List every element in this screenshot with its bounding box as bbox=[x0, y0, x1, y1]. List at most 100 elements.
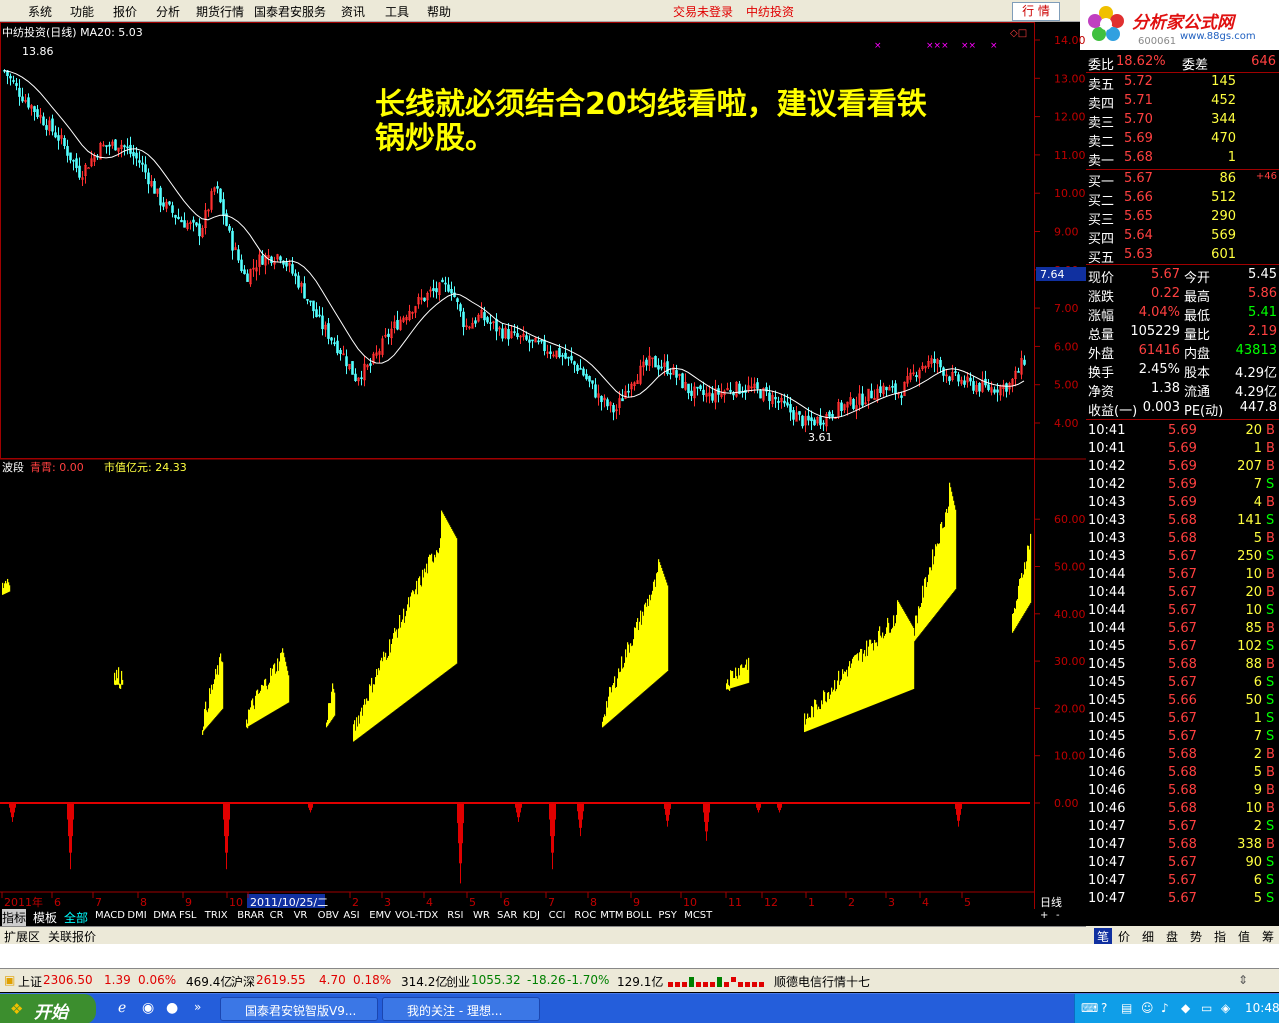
candle-body bbox=[45, 125, 48, 130]
date-axis-label: 2 bbox=[352, 896, 359, 909]
indicator-tab-brar[interactable]: BRAR bbox=[237, 910, 264, 921]
tick-volume: 9 bbox=[1253, 783, 1262, 798]
bid-volume: 569 bbox=[1211, 228, 1236, 243]
candle-body bbox=[459, 304, 462, 312]
indicator-tab-指标[interactable]: 指标 bbox=[2, 909, 27, 926]
right-tab[interactable]: 笔 bbox=[1094, 928, 1113, 945]
chart-diamond-icon[interactable]: ◇□ bbox=[1010, 28, 1027, 39]
indicator-tab-全部[interactable]: 全部 bbox=[64, 909, 88, 926]
indicator-tab-vol-tdx[interactable]: VOL-TDX bbox=[395, 910, 438, 921]
indicator-tab-mtm[interactable]: MTM bbox=[600, 910, 623, 921]
tick-price: 5.69 bbox=[1168, 423, 1197, 438]
date-axis-label: 2011年 bbox=[4, 895, 43, 909]
network-icon[interactable]: ▤ bbox=[1121, 1001, 1132, 1015]
task-gtja[interactable]: 国泰君安锐智版V9... bbox=[220, 997, 378, 1021]
indicator-tab-macd[interactable]: MACD bbox=[95, 910, 125, 921]
indicator-tab-dma[interactable]: DMA bbox=[153, 910, 176, 921]
right-tab[interactable]: 盘 bbox=[1166, 928, 1178, 945]
tick-side: B bbox=[1266, 459, 1275, 474]
candle-body bbox=[978, 382, 981, 392]
add-tab-icon[interactable]: + bbox=[1040, 910, 1048, 921]
indicator-tab-sar[interactable]: SAR bbox=[497, 910, 517, 921]
indicator-neg-bar bbox=[550, 803, 551, 837]
bid-row: 买三 5.65 290 bbox=[1086, 208, 1279, 228]
indicator-neg-bar bbox=[549, 803, 550, 820]
right-tab[interactable]: 细 bbox=[1142, 928, 1154, 945]
indicator-tab-obv[interactable]: OBV bbox=[318, 910, 339, 921]
menu-futures[interactable]: 期货行情 bbox=[196, 3, 244, 20]
cy-percent: -1.70% bbox=[567, 973, 610, 987]
candle-body bbox=[435, 288, 438, 293]
candle-body bbox=[396, 320, 399, 330]
indicator-neg-bar bbox=[70, 803, 71, 870]
candle-body bbox=[177, 216, 180, 219]
candle-body bbox=[861, 393, 864, 406]
shield-icon[interactable]: ◈ bbox=[1221, 1001, 1230, 1015]
menu-help[interactable]: 帮助 bbox=[427, 3, 451, 20]
indicator-neg-bar bbox=[579, 803, 580, 828]
menu-quote[interactable]: 报价 bbox=[113, 3, 137, 20]
login-status[interactable]: 交易未登录 bbox=[673, 3, 733, 20]
menu-news[interactable]: 资讯 bbox=[341, 3, 365, 20]
tab-extension-area[interactable]: 扩展区 bbox=[4, 928, 40, 945]
menu-tools[interactable]: 工具 bbox=[385, 3, 409, 20]
qq-icon[interactable]: ☺ bbox=[1141, 1001, 1154, 1015]
indicator-tab-wr[interactable]: WR bbox=[473, 910, 490, 921]
indicator-tab-vr[interactable]: VR bbox=[294, 910, 308, 921]
tab-related-quotes[interactable]: 关联报价 bbox=[48, 928, 96, 945]
menu-system[interactable]: 系统 bbox=[28, 3, 52, 20]
indicator-tab-dmi[interactable]: DMI bbox=[127, 910, 146, 921]
start-button[interactable]: ❖ 开始 bbox=[0, 994, 96, 1023]
news-ticker[interactable]: 顺德电信行情十七 bbox=[774, 973, 870, 990]
indicator-tab-cci[interactable]: CCI bbox=[549, 910, 566, 921]
indicator-tab-emv[interactable]: EMV bbox=[369, 910, 391, 921]
right-tab[interactable]: 价 bbox=[1118, 928, 1130, 945]
indicator-tab-kdj[interactable]: KDJ bbox=[523, 910, 540, 921]
indicator-tab-模板[interactable]: 模板 bbox=[33, 909, 57, 926]
indicator-tab-boll[interactable]: BOLL bbox=[626, 910, 652, 921]
volume-icon[interactable]: ♪ bbox=[1161, 1001, 1169, 1015]
right-tab[interactable]: 指 bbox=[1214, 928, 1226, 945]
ask-price: 5.68 bbox=[1124, 150, 1153, 165]
ie-icon[interactable]: ℯ bbox=[118, 1000, 126, 1016]
scroll-icon[interactable]: ⇕ bbox=[1238, 973, 1248, 987]
menu-function[interactable]: 功能 bbox=[70, 3, 94, 20]
indicator-neg-bar bbox=[515, 803, 516, 808]
tick-row: 10:45 5.67 6 S bbox=[1086, 674, 1279, 693]
app-icon[interactable]: ● bbox=[166, 1000, 178, 1016]
indicator-tab-psy[interactable]: PSY bbox=[658, 910, 677, 921]
right-tab[interactable]: 筹 bbox=[1262, 928, 1274, 945]
stat-row: 涨幅 4.04% 最低 5.41 bbox=[1086, 304, 1279, 324]
antivirus-icon[interactable]: ◆ bbox=[1181, 1001, 1190, 1015]
bid-row: 买五 5.63 601 bbox=[1086, 246, 1279, 266]
right-tab[interactable]: 势 bbox=[1190, 928, 1202, 945]
divider bbox=[1086, 419, 1279, 420]
indicator-tab-mcst[interactable]: MCST bbox=[684, 910, 712, 921]
help-icon[interactable]: ? bbox=[1101, 1001, 1107, 1015]
task-attention[interactable]: 我的关注 - 理想... bbox=[382, 997, 540, 1021]
tick-price: 5.68 bbox=[1168, 837, 1197, 852]
candle-body bbox=[312, 300, 315, 312]
quote-button[interactable]: 行 情 bbox=[1012, 2, 1060, 21]
more-icon[interactable]: » bbox=[194, 1000, 201, 1014]
indicator-tab-cr[interactable]: CR bbox=[270, 910, 284, 921]
indicator-neg-bar bbox=[707, 803, 708, 832]
menu-analysis[interactable]: 分析 bbox=[156, 3, 180, 20]
sh-icon: ▣ bbox=[4, 973, 16, 987]
candle-body bbox=[564, 352, 567, 359]
indicator-tab-asi[interactable]: ASI bbox=[343, 910, 359, 921]
keyboard-icon[interactable]: ⌨ bbox=[1081, 1001, 1098, 1015]
menu-gtja-service[interactable]: 国泰君安服务 bbox=[254, 3, 326, 20]
tick-price: 5.68 bbox=[1168, 657, 1197, 672]
indicator-tab-rsi[interactable]: RSI bbox=[447, 910, 463, 921]
monitor-icon[interactable]: ▭ bbox=[1201, 1001, 1212, 1015]
indicator-tab-fsl[interactable]: FSL bbox=[179, 910, 197, 921]
candle-body bbox=[801, 415, 804, 427]
indicator-tab-roc[interactable]: ROC bbox=[574, 910, 596, 921]
indicator-neg-bar bbox=[780, 803, 781, 811]
tick-time: 10:45 bbox=[1088, 657, 1126, 672]
remove-tab-icon[interactable]: - bbox=[1056, 910, 1060, 921]
indicator-tab-trix[interactable]: TRIX bbox=[205, 910, 228, 921]
right-tab[interactable]: 值 bbox=[1238, 928, 1250, 945]
browser-icon[interactable]: ◉ bbox=[142, 1000, 154, 1016]
